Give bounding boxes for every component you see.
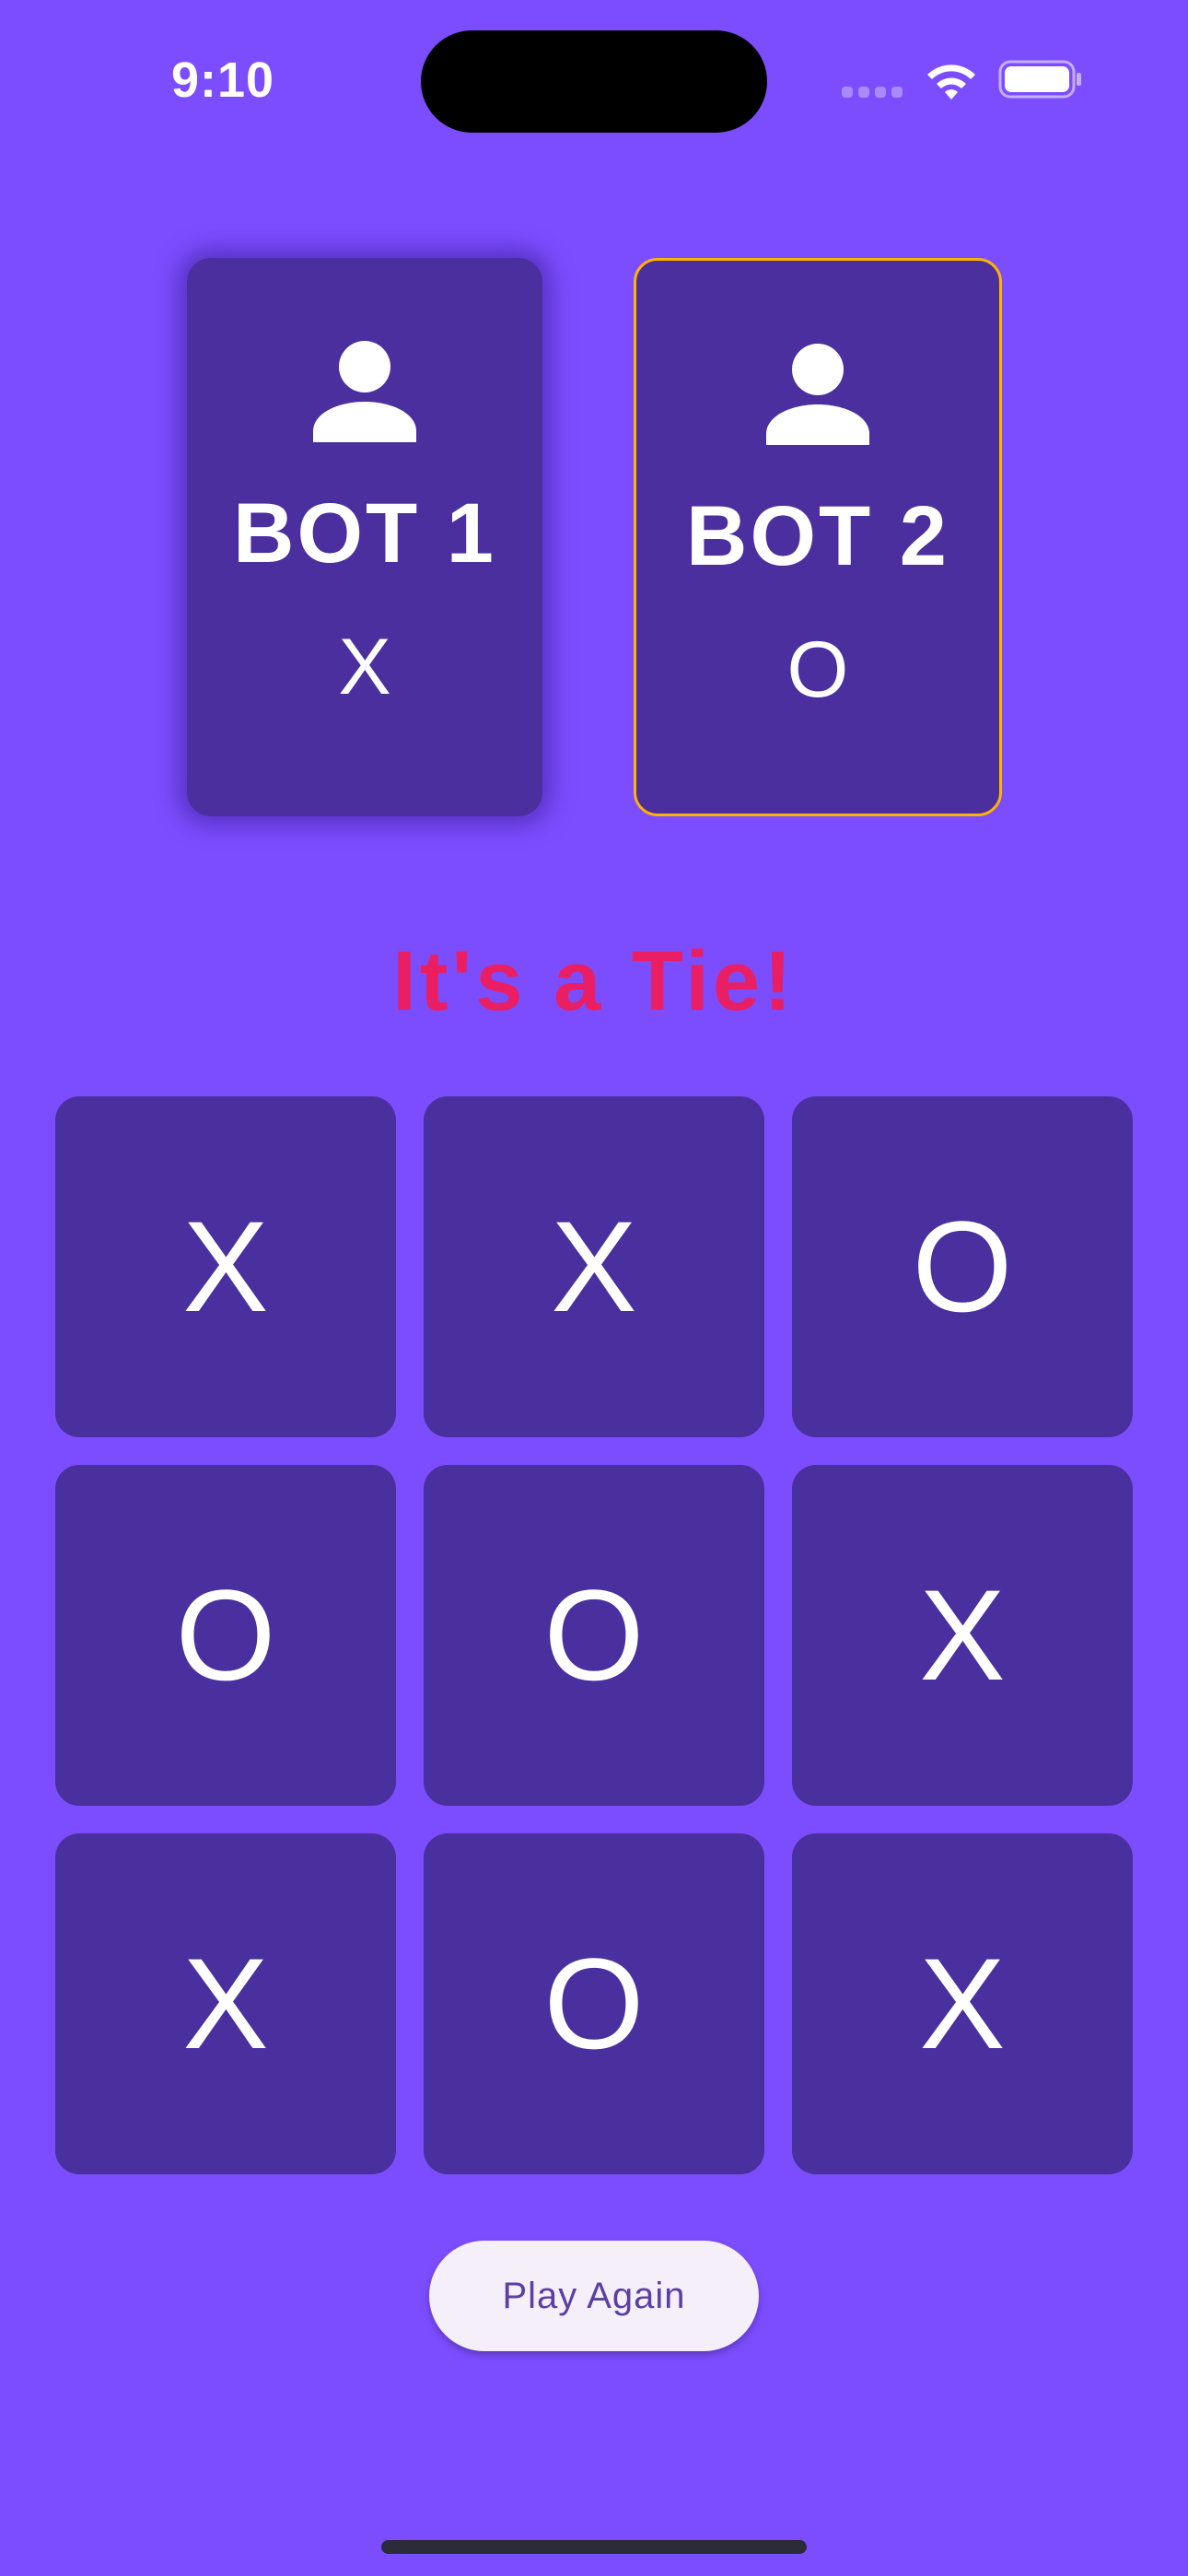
game-result-message: It's a Tie! — [392, 934, 796, 1028]
board-cell-5[interactable]: O — [424, 1465, 764, 1806]
cellular-signal-icon — [842, 87, 904, 100]
battery-icon — [998, 60, 1081, 99]
player-name: BOT 1 — [233, 486, 496, 580]
board-cell-2[interactable]: X — [424, 1096, 764, 1437]
board-cell-6[interactable]: X — [792, 1465, 1133, 1806]
player-card-bot-1: BOT 1 X — [187, 258, 542, 816]
player-symbol: X — [338, 623, 391, 711]
board-cell-7[interactable]: X — [55, 1833, 396, 2174]
dynamic-island — [421, 30, 767, 133]
player-card-bot-2: BOT 2 O — [634, 258, 1002, 816]
game-board: X X O O O X X O X — [55, 1096, 1133, 2174]
person-icon — [766, 344, 869, 445]
home-indicator[interactable] — [381, 2540, 807, 2554]
status-time: 9:10 — [171, 53, 275, 108]
board-cell-3[interactable]: O — [792, 1096, 1133, 1437]
player-name: BOT 2 — [686, 489, 949, 583]
board-cell-4[interactable]: O — [55, 1465, 396, 1806]
play-again-button[interactable]: Play Again — [429, 2241, 759, 2351]
board-cell-9[interactable]: X — [792, 1833, 1133, 2174]
person-icon — [313, 341, 416, 442]
wifi-icon — [927, 64, 975, 100]
board-cell-1[interactable]: X — [55, 1096, 396, 1437]
player-symbol: O — [786, 626, 849, 714]
board-cell-8[interactable]: O — [424, 1833, 764, 2174]
